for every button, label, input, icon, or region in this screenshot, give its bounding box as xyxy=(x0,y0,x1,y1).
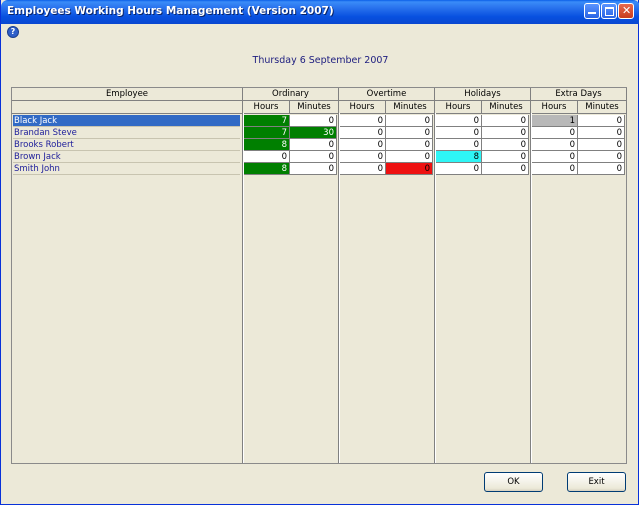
holidays-minutes-cell[interactable]: 0 xyxy=(482,163,529,175)
holidays-hours-cell[interactable]: 0 xyxy=(436,139,482,151)
extra-days-minutes-cell[interactable]: 0 xyxy=(578,115,625,127)
overtime-hours-cell[interactable]: 0 xyxy=(340,115,386,127)
employee-name-brooks-robert[interactable]: Brooks Robert xyxy=(13,139,240,151)
ordinary-header[interactable]: Ordinary xyxy=(243,88,339,101)
title-bar: Employees Working Hours Management (Vers… xyxy=(1,0,639,24)
overtime-minutes-header: Minutes xyxy=(386,101,435,114)
extra-days-minutes-cell[interactable]: 0 xyxy=(578,127,625,139)
overtime-minutes-cell[interactable]: 0 xyxy=(386,163,433,175)
employee-name-black-jack[interactable]: Black Jack xyxy=(13,115,240,127)
holidays-minutes-cell[interactable]: 0 xyxy=(482,151,529,163)
main-window: Employees Working Hours Management (Vers… xyxy=(0,0,639,505)
hours-grid: Employee Ordinary Overtime Holidays Extr… xyxy=(11,87,627,464)
holidays-hours-cell[interactable]: 8 xyxy=(436,151,482,163)
ordinary-minutes-header: Minutes xyxy=(290,101,339,114)
overtime-minutes-cell[interactable]: 0 xyxy=(386,151,433,163)
extra-days-minutes-cell[interactable]: 0 xyxy=(578,139,625,151)
help-icon[interactable]: ? xyxy=(7,26,19,38)
close-icon: ✕ xyxy=(622,4,632,17)
overtime-hours-cell[interactable]: 0 xyxy=(340,151,386,163)
ordinary-minutes-cell[interactable]: 0 xyxy=(290,139,337,151)
extra-days-hours-cell[interactable]: 1 xyxy=(532,115,578,127)
overtime-hours-cell[interactable]: 0 xyxy=(340,163,386,175)
date-label: Thursday 6 September 2007 xyxy=(252,55,389,66)
extra-days-hours-cell[interactable]: 0 xyxy=(532,163,578,175)
overtime-hours-cell[interactable]: 0 xyxy=(340,139,386,151)
employee-subheader xyxy=(12,101,243,114)
employee-header[interactable]: Employee xyxy=(12,88,243,101)
holidays-header[interactable]: Holidays xyxy=(435,88,531,101)
overtime-header[interactable]: Overtime xyxy=(339,88,435,101)
extra-days-header[interactable]: Extra Days xyxy=(531,88,627,101)
extra-days-hours-cell[interactable]: 0 xyxy=(532,139,578,151)
window-title: Employees Working Hours Management (Vers… xyxy=(7,5,334,17)
overtime-minutes-cell[interactable]: 0 xyxy=(386,115,433,127)
extra-days-minutes-cell[interactable]: 0 xyxy=(578,151,625,163)
ordinary-hours-cell[interactable]: 8 xyxy=(244,139,290,151)
ordinary-minutes-cell[interactable]: 30 xyxy=(290,127,337,139)
ordinary-minutes-cell[interactable]: 0 xyxy=(290,115,337,127)
minimize-button[interactable] xyxy=(584,3,600,19)
overtime-minutes-cell[interactable]: 0 xyxy=(386,139,433,151)
ok-button[interactable]: OK xyxy=(484,472,543,492)
ordinary-hours-cell[interactable]: 7 xyxy=(244,115,290,127)
extra-days-hours-header: Hours xyxy=(531,101,578,114)
holidays-hours-cell[interactable]: 0 xyxy=(436,115,482,127)
overtime-hours-header: Hours xyxy=(339,101,386,114)
ordinary-minutes-cell[interactable]: 0 xyxy=(290,163,337,175)
holidays-hours-header: Hours xyxy=(435,101,482,114)
ordinary-hours-cell[interactable]: 8 xyxy=(244,163,290,175)
ordinary-hours-header: Hours xyxy=(243,101,290,114)
employee-name-brandan-steve[interactable]: Brandan Steve xyxy=(13,127,240,139)
holidays-minutes-cell[interactable]: 0 xyxy=(482,127,529,139)
holidays-minutes-cell[interactable]: 0 xyxy=(482,115,529,127)
ordinary-hours-cell[interactable]: 7 xyxy=(244,127,290,139)
extra-days-hours-cell[interactable]: 0 xyxy=(532,151,578,163)
overtime-minutes-cell[interactable]: 0 xyxy=(386,127,433,139)
ordinary-hours-cell[interactable]: 0 xyxy=(244,151,290,163)
holidays-hours-cell[interactable]: 0 xyxy=(436,163,482,175)
maximize-icon xyxy=(605,7,614,16)
holidays-hours-cell[interactable]: 0 xyxy=(436,127,482,139)
employee-name-brown-jack[interactable]: Brown Jack xyxy=(13,151,240,163)
overtime-hours-cell[interactable]: 0 xyxy=(340,127,386,139)
extra-days-minutes-header: Minutes xyxy=(578,101,627,114)
extra-days-hours-cell[interactable]: 0 xyxy=(532,127,578,139)
maximize-button[interactable] xyxy=(601,3,617,19)
minimize-icon xyxy=(588,12,596,14)
employee-name-smith-john[interactable]: Smith John xyxy=(13,163,240,175)
close-button[interactable]: ✕ xyxy=(618,3,634,19)
holidays-minutes-header: Minutes xyxy=(482,101,531,114)
ordinary-minutes-cell[interactable]: 0 xyxy=(290,151,337,163)
holidays-minutes-cell[interactable]: 0 xyxy=(482,139,529,151)
extra-days-minutes-cell[interactable]: 0 xyxy=(578,163,625,175)
exit-button[interactable]: Exit xyxy=(567,472,626,492)
